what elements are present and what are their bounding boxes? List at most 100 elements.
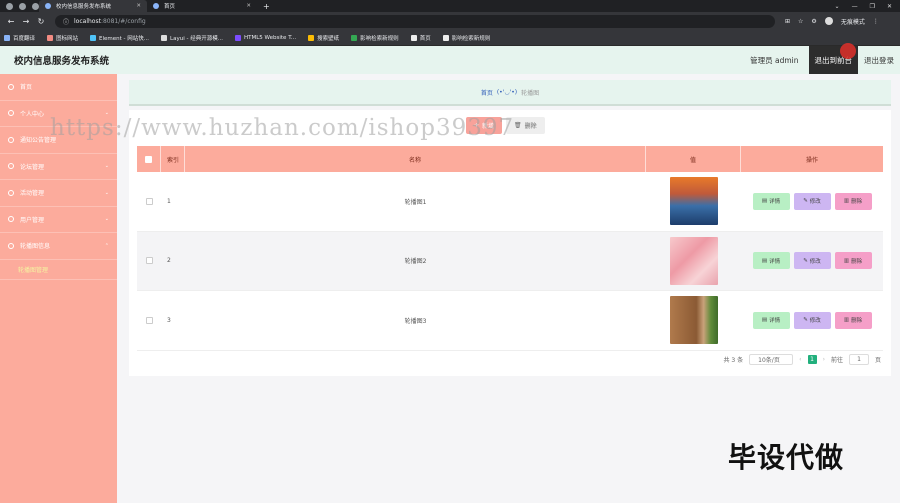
sidebar-item-label: 用户管理	[20, 216, 45, 224]
browser-menu-icon[interactable]	[6, 2, 13, 10]
detail-label: 详情	[769, 199, 781, 206]
info-icon[interactable]: ⓘ	[63, 17, 69, 26]
detail-label: 详情	[769, 318, 781, 325]
row-image-cell	[646, 291, 741, 351]
app-header: 校内信息服务发布系统 管理员 admin 退出到前台 退出登录	[0, 43, 900, 74]
bookmark-label: 搜索壁纸	[317, 35, 340, 42]
sidebar-item-label: 轮播图信息	[20, 243, 51, 251]
row-checkbox[interactable]	[145, 316, 153, 324]
bookmark-item[interactable]: 搜索壁纸	[308, 34, 339, 42]
edit-button[interactable]: ✎ 修改	[793, 192, 831, 210]
extension-icon[interactable]: ⚙	[811, 18, 816, 25]
bookmark-favicon-icon	[161, 34, 168, 41]
goto-page-input[interactable]: 1	[848, 354, 869, 365]
globe-favicon-icon	[153, 3, 159, 9]
tab-active[interactable]: 校内信息服务发布系统 ✕	[39, 0, 147, 12]
row-check-cell	[137, 172, 161, 232]
page-number-current[interactable]: 1	[807, 355, 817, 364]
bookmark-item[interactable]: Layui - 经典开源模...	[161, 34, 223, 42]
detail-button[interactable]: ▤ 详情	[752, 192, 790, 210]
forward-icon[interactable]: →	[22, 17, 30, 26]
incognito-avatar-icon[interactable]	[824, 17, 833, 25]
delete-button[interactable]: ▥ 删除	[834, 192, 872, 210]
row-ops: ▤ 详情 ✎ 修改 ▥ 删除	[741, 231, 883, 291]
url-input[interactable]: ⓘ localhost:8081/#/config	[55, 14, 775, 28]
delete-label: 删除	[524, 123, 537, 130]
row-index: 1	[167, 197, 171, 205]
tab-close-icon[interactable]: ✕	[136, 3, 141, 9]
bookmark-item[interactable]: 影响检索新规则	[442, 34, 490, 42]
delete-label: 删除	[851, 199, 863, 206]
minimize-icon[interactable]: —	[852, 3, 858, 10]
delete-button[interactable]: ▥ 删除	[834, 252, 872, 270]
bookmark-item[interactable]: 百度翻译	[4, 34, 35, 42]
carousel-thumbnail[interactable]	[669, 177, 718, 226]
row-image-cell	[646, 172, 741, 232]
sidebar-item-forum[interactable]: 论坛管理 ⌄	[0, 154, 117, 180]
row-checkbox[interactable]	[145, 197, 153, 205]
content-card: + 新增 🗑 删除 索引 名称 值 操作 1 轮播图1 ▤ 详情 ✎ 修改 ▥ …	[129, 110, 891, 376]
translate-icon[interactable]: ⊞	[785, 18, 790, 25]
sidebar-item-users[interactable]: 用户管理 ⌄	[0, 207, 117, 233]
next-page-icon[interactable]: ›	[823, 356, 825, 363]
sidebar-item-activity[interactable]: 活动管理 ⌄	[0, 180, 117, 207]
sidebar-subitem-carousel-manage[interactable]: 轮播图管理	[0, 260, 117, 280]
reload-icon[interactable]: ↻	[37, 17, 45, 26]
chevron-down-icon[interactable]: ⌄	[835, 3, 840, 10]
chevron-down-icon: ⌄	[104, 216, 109, 223]
header-index: 索引	[161, 146, 185, 172]
delete-label: 删除	[851, 318, 863, 325]
exit-to-front-button[interactable]: 退出到前台	[808, 43, 858, 74]
back-icon[interactable]: ←	[7, 17, 15, 26]
sidebar-item-home[interactable]: 首页	[0, 74, 117, 101]
bookmark-favicon-icon	[410, 34, 417, 41]
carousel-thumbnail[interactable]	[669, 236, 718, 285]
edit-button[interactable]: ✎ 修改	[793, 252, 831, 270]
breadcrumb-home[interactable]: 首页	[481, 88, 493, 97]
tab-title: 首页	[164, 4, 176, 10]
row-checkbox[interactable]	[145, 257, 153, 265]
bookmark-label: 图标网站	[56, 35, 79, 42]
url-path: :8081/#/config	[100, 17, 146, 25]
delete-button[interactable]: ▥ 删除	[834, 311, 872, 329]
browser-window-icon[interactable]	[32, 2, 39, 10]
pencil-icon: ✎	[803, 317, 808, 324]
header-name: 名称	[185, 146, 646, 172]
restore-icon[interactable]: ❐	[870, 3, 875, 10]
logout-button[interactable]: 退出登录	[858, 46, 900, 74]
row-ops: ▤ 详情 ✎ 修改 ▥ 删除	[741, 172, 883, 232]
edit-button[interactable]: ✎ 修改	[793, 311, 831, 329]
more-menu-icon[interactable]: ⋮	[873, 18, 879, 25]
address-bar-actions: ⊞ ☆ ⚙ 无痕模式 ⋮	[785, 17, 879, 26]
tab-inactive[interactable]: 首页 ✕	[147, 0, 257, 12]
bookmark-item[interactable]: Element - 网站快...	[90, 34, 149, 42]
close-icon[interactable]: ✕	[887, 3, 892, 10]
star-icon[interactable]: ☆	[798, 18, 803, 25]
bookmarks-bar: 百度翻译 图标网站 Element - 网站快... Layui - 经典开源模…	[0, 30, 900, 46]
prev-page-icon[interactable]: ‹	[799, 356, 801, 363]
select-all-checkbox[interactable]	[145, 155, 152, 163]
profile-label[interactable]: 无痕模式	[841, 17, 865, 26]
users-icon	[8, 216, 14, 223]
browser-extension-icon[interactable]	[19, 2, 26, 10]
page-unit-label: 页	[874, 357, 881, 364]
bookmark-item[interactable]: 图标网站	[47, 34, 78, 42]
bookmark-favicon-icon	[90, 34, 97, 41]
sidebar-item-carousel[interactable]: 轮播图信息 ⌃	[0, 233, 117, 260]
table-row: 1 轮播图1 ▤ 详情 ✎ 修改 ▥ 删除	[137, 172, 883, 232]
edit-label: 修改	[809, 258, 821, 265]
bookmark-favicon-icon	[47, 34, 54, 41]
detail-button[interactable]: ▤ 详情	[752, 252, 790, 270]
page-size-value: 10条/页	[758, 357, 780, 364]
table-row: 3 轮播图3 ▤ 详情 ✎ 修改 ▥ 删除	[137, 291, 883, 351]
new-tab-icon[interactable]: +	[263, 2, 270, 11]
tab-close-icon[interactable]: ✕	[246, 3, 251, 9]
bookmark-item[interactable]: 首页	[410, 34, 431, 42]
detail-button[interactable]: ▤ 详情	[752, 311, 790, 329]
carousel-thumbnail[interactable]	[669, 296, 718, 345]
bookmark-item[interactable]: 影响检索新规则	[351, 34, 399, 42]
bookmark-item[interactable]: HTML5 Website T...	[234, 34, 296, 41]
header-value: 值	[646, 146, 741, 172]
breadcrumb-current: 轮播图	[521, 89, 540, 97]
page-size-select[interactable]: 10条/页	[749, 354, 794, 365]
